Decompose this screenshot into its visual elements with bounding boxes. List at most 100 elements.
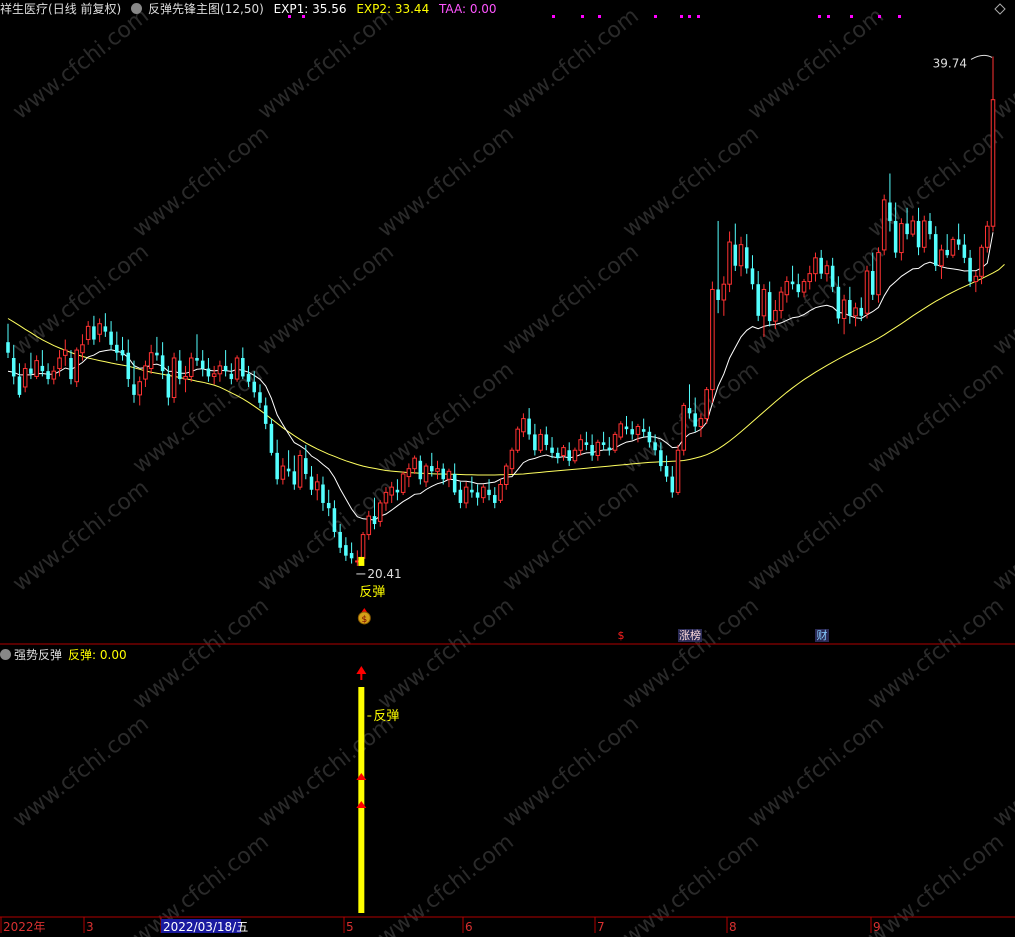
candle-body: [922, 220, 927, 248]
candle-body: [275, 452, 279, 480]
candle-body: [693, 413, 697, 427]
candle-body: [710, 288, 715, 391]
candle-body: [418, 460, 423, 480]
candle-body: [183, 375, 188, 380]
candle-body: [721, 283, 727, 301]
candle-body: [166, 373, 171, 398]
candle: [171, 352, 177, 403]
indicator-menu-icon[interactable]: [131, 3, 143, 14]
candle-body: [234, 357, 240, 380]
candle-body: [366, 515, 372, 536]
candle-body: [269, 423, 274, 453]
candle-body: [258, 392, 262, 403]
candle-body: [423, 465, 429, 483]
x-tick-label: 6: [465, 920, 473, 934]
candle: [922, 215, 927, 253]
candle: [360, 531, 366, 561]
candle-body: [888, 202, 892, 221]
candle-body: [470, 489, 474, 493]
candle-body: [675, 449, 681, 493]
candle-body: [819, 257, 823, 274]
candle: [710, 281, 715, 403]
sub-indicator-menu-icon[interactable]: [0, 649, 11, 660]
candle-body: [567, 450, 571, 461]
candle-body: [778, 291, 784, 312]
candle-body: [120, 350, 125, 356]
period-mode[interactable]: (日线 前复权): [48, 2, 121, 16]
candle-body: [57, 357, 62, 370]
candle: [618, 421, 624, 440]
candle-body: [452, 473, 457, 493]
candle-body: [881, 199, 887, 251]
candle-body: [939, 249, 944, 267]
high-price-label: 39.74: [933, 56, 967, 70]
candle-body: [103, 326, 108, 332]
candle-body: [92, 326, 96, 340]
candle-body: [143, 365, 148, 380]
candle-body: [550, 447, 554, 453]
candle-body: [968, 257, 972, 282]
candle-body: [773, 310, 778, 322]
candle-body: [148, 352, 154, 370]
sub-value-label: 反弹: 0.00: [68, 648, 127, 662]
signal-dot: [827, 15, 830, 18]
candle: [704, 386, 709, 424]
candle-body: [344, 545, 348, 556]
signal-dot: [598, 15, 601, 18]
candle: [675, 444, 681, 496]
candle-body: [956, 239, 961, 245]
candle-body: [80, 344, 85, 354]
candle-body: [360, 534, 366, 559]
candle-body: [824, 265, 830, 275]
candle-body: [389, 486, 394, 496]
candle-body: [97, 323, 102, 335]
candle-body: [377, 502, 383, 522]
candle-body: [406, 468, 412, 478]
candle-body: [46, 371, 50, 380]
candle-body: [830, 265, 835, 287]
candle-body: [458, 489, 463, 503]
candle: [864, 265, 870, 319]
stock-name[interactable]: 祥生医疗: [0, 2, 48, 16]
candle-body: [188, 357, 194, 377]
candle-body: [905, 223, 909, 235]
candle-body: [292, 471, 297, 485]
candle-body: [412, 457, 417, 470]
candle: [74, 347, 79, 387]
money-bag-glyph: $: [361, 615, 367, 625]
candle-body: [796, 284, 801, 293]
candle-body: [475, 492, 480, 498]
chart-canvas[interactable]: www.cfchi.com www.cfchi.com www.cfchi.com w…: [0, 0, 1015, 937]
candle-body: [286, 468, 291, 472]
candle-body: [990, 99, 996, 227]
x-tick-label: 2022年: [3, 920, 46, 934]
signal-dot: [898, 15, 901, 18]
candle: [400, 471, 406, 496]
candle-body: [252, 381, 257, 393]
candle-body: [572, 449, 578, 462]
candle-body: [69, 357, 73, 380]
rebound-label-sub: 反弹: [373, 709, 399, 724]
candle-body: [326, 502, 331, 509]
x-tick-label: 8: [729, 920, 737, 934]
candle-body: [435, 468, 440, 472]
x-tick-label: 2022/03/18/五: [163, 920, 248, 934]
indicator-name[interactable]: 反弹先锋主图: [148, 2, 220, 16]
taa-label: TAA: 0.00: [439, 2, 497, 16]
candle-body: [624, 426, 629, 430]
candle-body: [372, 516, 377, 525]
sub-indicator-name[interactable]: 强势反弹: [14, 648, 62, 662]
signal-dot: [878, 15, 881, 18]
candle-body: [945, 249, 949, 256]
candle-body: [115, 344, 119, 353]
x-tick-label: 7: [597, 920, 605, 934]
candle-body: [509, 449, 515, 470]
candle-body: [659, 450, 663, 467]
candle-body: [62, 349, 68, 356]
event-marker-rank: 涨榜: [678, 628, 702, 642]
event-marker-text: 涨榜: [679, 628, 701, 642]
candle-body: [801, 281, 807, 293]
candle-body: [441, 468, 446, 480]
event-marker-dollar: $: [618, 629, 625, 642]
candle-body: [521, 418, 526, 433]
